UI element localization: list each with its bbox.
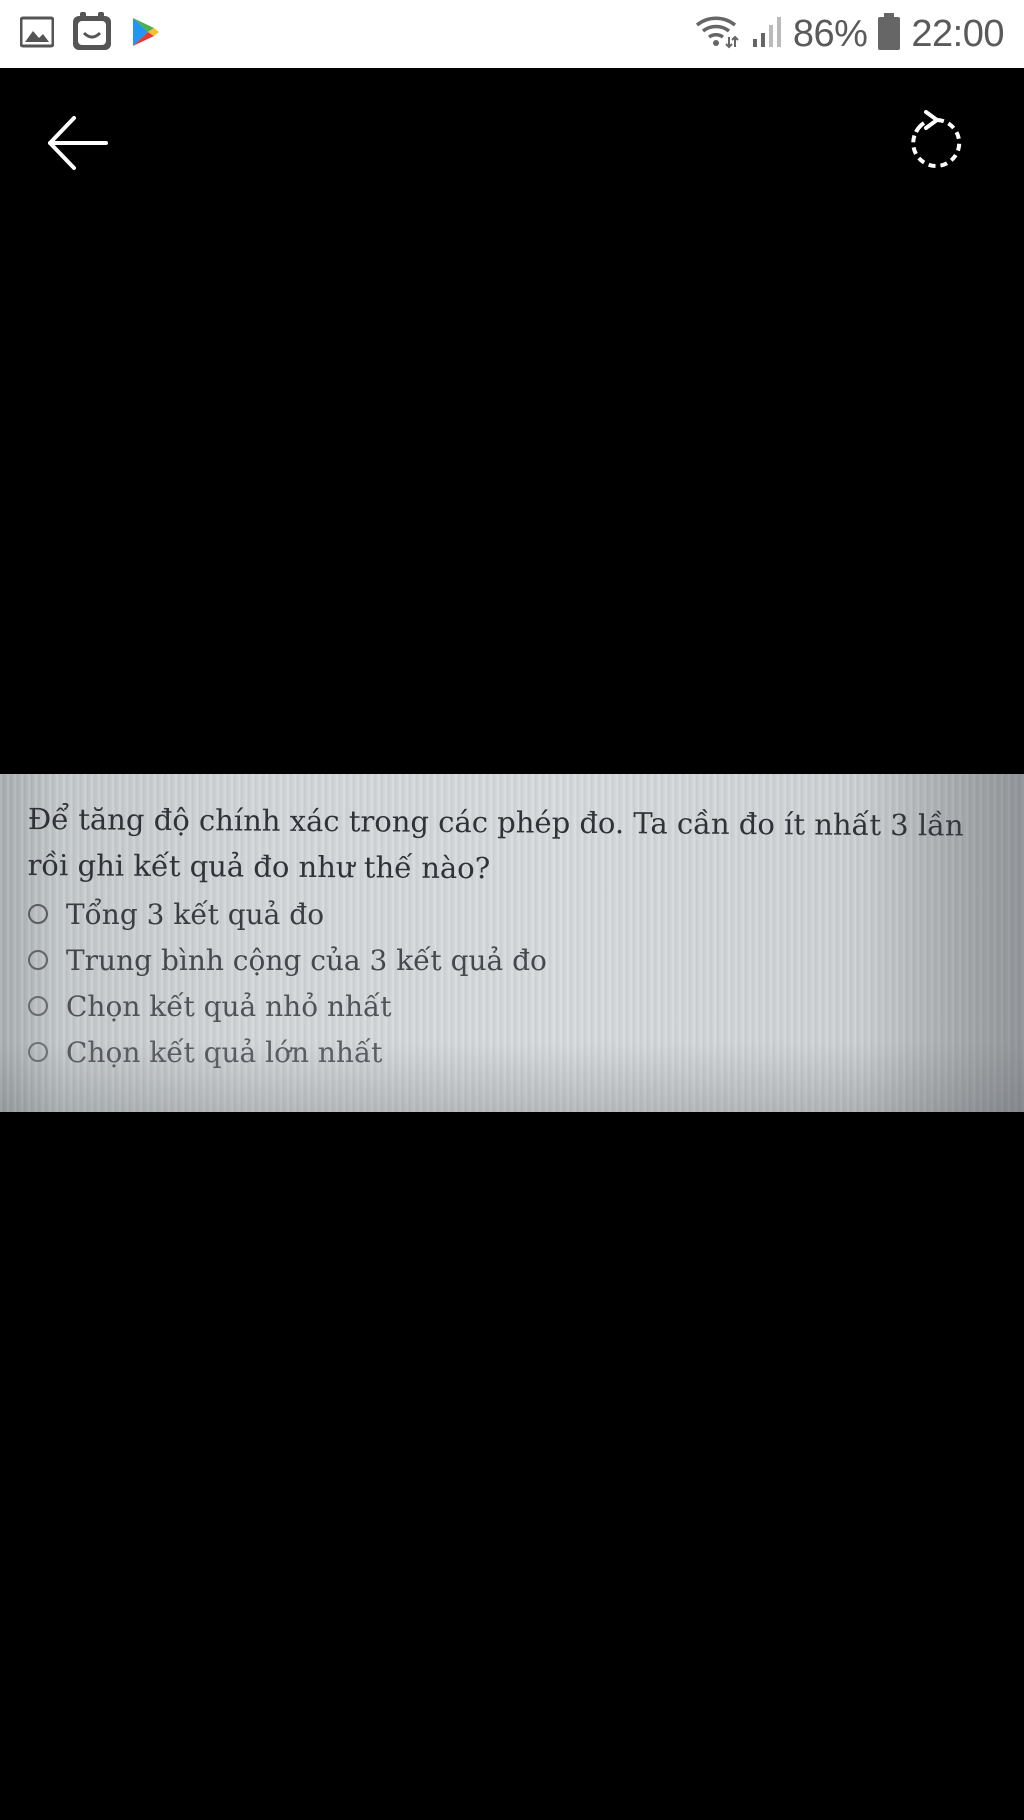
- radio-circle-icon: [28, 950, 48, 970]
- answer-option: Chọn kết quả nhỏ nhất: [28, 983, 547, 1029]
- signal-icon: [751, 15, 783, 53]
- gallery-notification-icon: [19, 15, 55, 53]
- question-text: Để tăng độ chính xác trong các phép đo. …: [27, 801, 964, 886]
- answer-option: Chọn kết quả lớn nhất: [28, 1029, 547, 1075]
- image-viewer: Để tăng độ chính xác trong các phép đo. …: [0, 68, 1024, 1820]
- option-label: Tổng 3 kết quả đo: [66, 897, 325, 931]
- system-status: 86% 22:00: [695, 13, 1004, 56]
- face-app-notification-icon: [72, 12, 112, 56]
- rotate-button[interactable]: [902, 108, 972, 178]
- option-label: Trung bình cộng của 3 kết quả đo: [66, 943, 547, 977]
- option-label: Chọn kết quả nhỏ nhất: [66, 989, 392, 1023]
- rotate-icon: [911, 110, 962, 168]
- wifi-icon: [695, 13, 741, 55]
- back-button[interactable]: [40, 108, 120, 178]
- radio-circle-icon: [28, 996, 48, 1016]
- option-label: Chọn kết quả lớn nhất: [66, 1035, 383, 1069]
- back-arrow-icon: [48, 116, 108, 170]
- status-bar: 86% 22:00: [0, 0, 1024, 68]
- play-store-notification-icon: [130, 16, 160, 52]
- answer-option: Trung bình cộng của 3 kết quả đo: [28, 937, 547, 983]
- battery-icon: [877, 13, 901, 55]
- radio-circle-icon: [28, 1042, 48, 1062]
- radio-circle-icon: [28, 904, 48, 924]
- clock: 22:00: [911, 12, 1004, 55]
- answer-options: Tổng 3 kết quả đo Trung bình cộng của 3 …: [28, 891, 547, 1075]
- battery-percent: 86%: [792, 12, 868, 55]
- answer-option: Tổng 3 kết quả đo: [28, 891, 547, 937]
- notification-icons: [19, 12, 160, 56]
- photo: Để tăng độ chính xác trong các phép đo. …: [0, 774, 1024, 1112]
